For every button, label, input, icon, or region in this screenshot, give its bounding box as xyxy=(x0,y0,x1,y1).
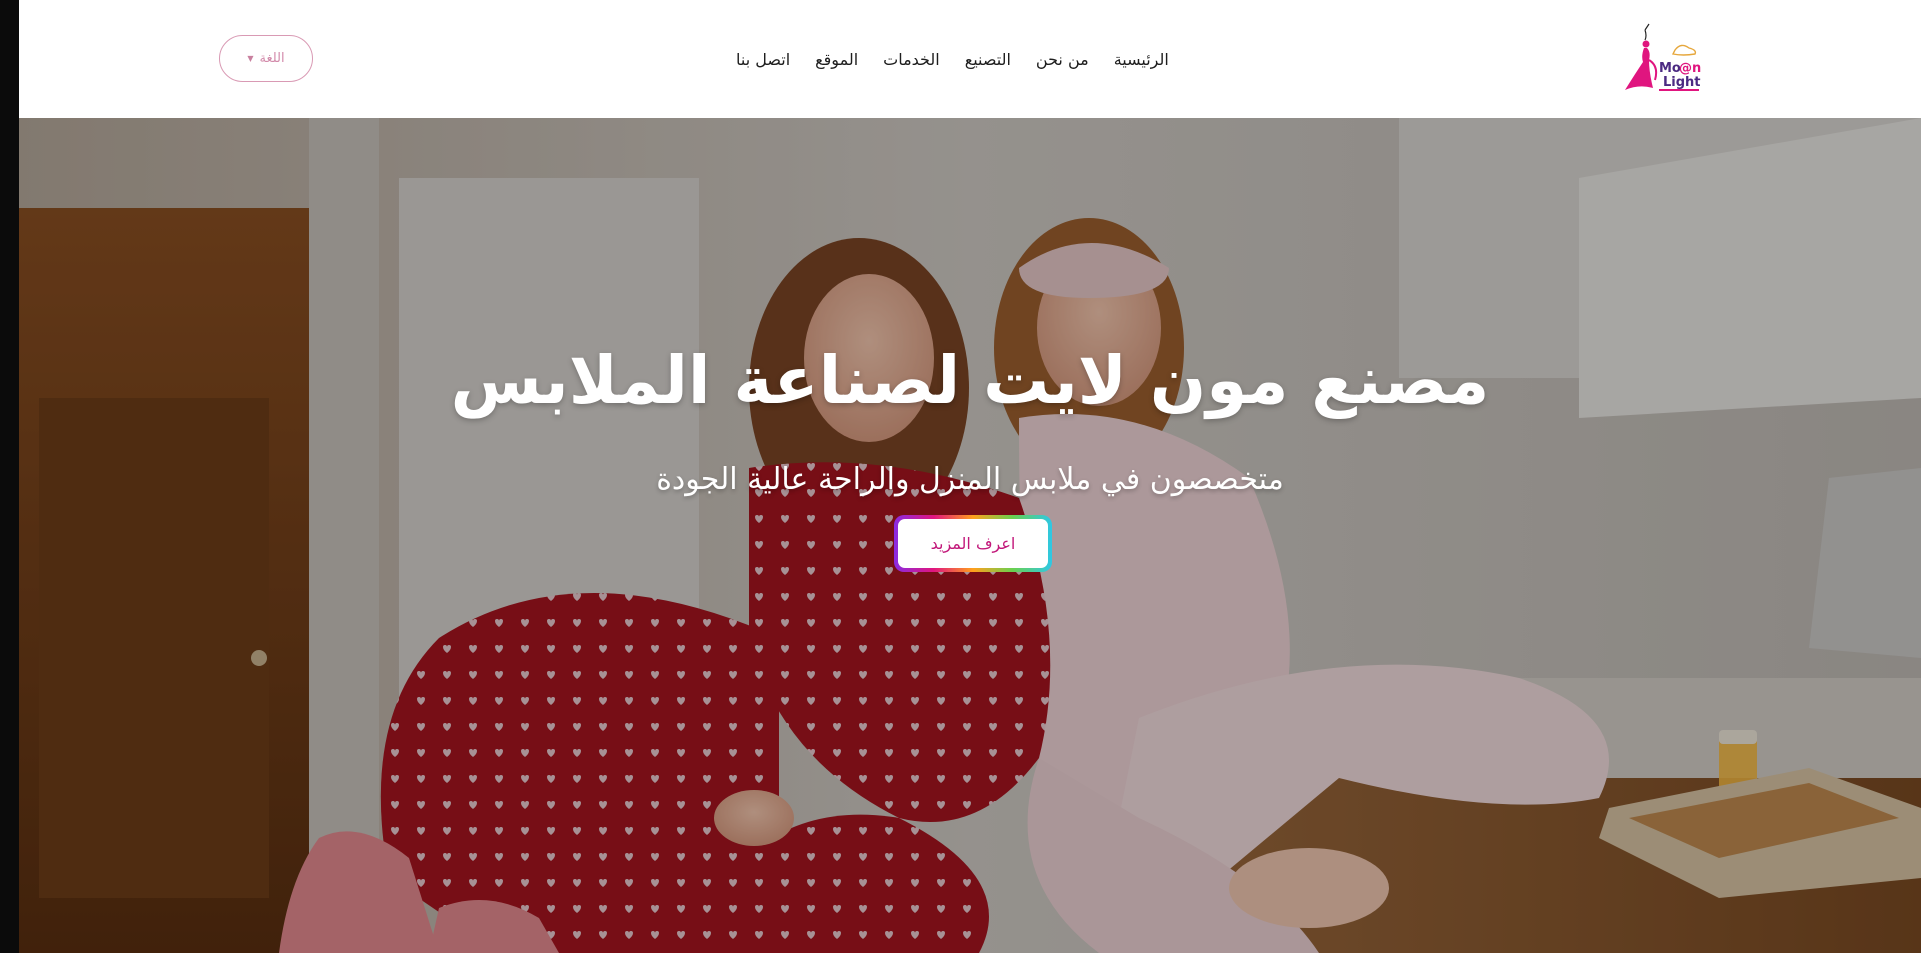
hero-subtitle: متخصصون في ملابس المنزل والراحة عالية ال… xyxy=(656,462,1284,497)
learn-more-button[interactable]: اعرف المزيد xyxy=(894,515,1052,572)
nav-services[interactable]: الخدمات xyxy=(883,46,940,74)
nav-about[interactable]: من نحن xyxy=(1036,46,1089,74)
page: اللغة ▼ الرئيسية من نحن التصنيع الخدمات … xyxy=(19,0,1921,953)
left-dark-strip xyxy=(0,0,19,953)
nav-contact[interactable]: اتصل بنا xyxy=(736,46,790,74)
hero-section: مصنع مون لايت لصناعة الملابس متخصصون في … xyxy=(19,118,1921,953)
learn-more-label: اعرف المزيد xyxy=(898,519,1048,568)
nav-location[interactable]: الموقع xyxy=(815,46,858,74)
site-header: اللغة ▼ الرئيسية من نحن التصنيع الخدمات … xyxy=(19,0,1921,118)
svg-text:@n: @n xyxy=(1679,61,1701,76)
main-nav: الرئيسية من نحن التصنيع الخدمات الموقع ا… xyxy=(736,46,1169,74)
caret-down-icon: ▼ xyxy=(247,54,254,63)
language-dropdown[interactable]: اللغة ▼ xyxy=(219,35,313,82)
svg-text:Mo: Mo xyxy=(1659,61,1681,76)
hero-title: مصنع مون لايت لصناعة الملابس xyxy=(450,342,1490,419)
svg-text:Light: Light xyxy=(1663,75,1701,90)
language-label: اللغة xyxy=(259,51,285,66)
moon-light-logo[interactable]: Mo @n Light xyxy=(1619,22,1701,96)
nav-home[interactable]: الرئيسية xyxy=(1114,46,1169,74)
nav-manufacturing[interactable]: التصنيع xyxy=(965,46,1011,74)
